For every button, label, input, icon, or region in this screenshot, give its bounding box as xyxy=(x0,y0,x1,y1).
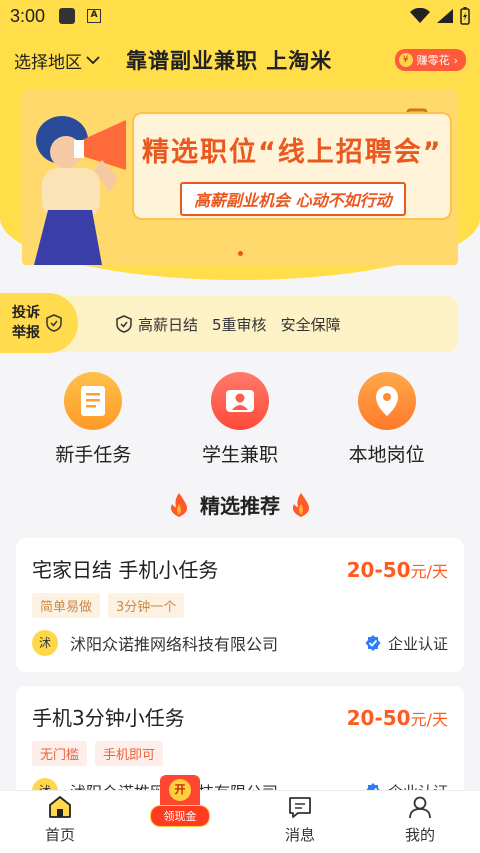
report-button[interactable]: 投诉 举报 xyxy=(0,293,78,353)
quick-link-label: 学生兼职 xyxy=(201,444,278,466)
tab-messages[interactable]: 消息 xyxy=(240,791,360,853)
student-icon xyxy=(210,372,269,430)
job-tag: 手机即可 xyxy=(95,741,164,766)
open-coin: 开 xyxy=(169,779,191,801)
job-title: 手机3分钟小任务 xyxy=(32,706,185,730)
tab-messages-label: 消息 xyxy=(284,826,315,844)
salary-unit: 元/天 xyxy=(410,562,448,581)
region-selector[interactable]: 选择地区 xyxy=(14,48,100,73)
job-card[interactable]: 宅家日结 手机小任务 20-50元/天 简单易做 3分钟一个 沭 沭阳众诺推网络… xyxy=(16,538,464,672)
promo-banner[interactable]: 精选职位“线上招聘会” 高薪副业机会 心动不如行动 xyxy=(22,90,458,265)
quick-link-local-jobs[interactable]: 本地岗位 xyxy=(327,372,447,467)
home-icon xyxy=(49,796,71,818)
salary-range: 20-50 xyxy=(346,558,411,582)
battery-icon xyxy=(460,7,470,25)
tab-home-label: 首页 xyxy=(44,826,75,844)
quick-links: 新手任务 学生兼职 本地岗位 xyxy=(0,372,480,467)
recommend-header: 精选推荐 xyxy=(0,490,480,519)
banner-subtitle: 高薪副业机会 心动不如行动 xyxy=(180,182,406,216)
earn-button-label: 赚零花 xyxy=(416,54,450,67)
banner-title: 精选职位“线上招聘会” xyxy=(142,137,443,168)
job-tag: 简单易做 xyxy=(32,593,101,618)
top-header: 选择地区 靠谱副业兼职 上淘米 ¥ 赚零花 › xyxy=(0,40,480,80)
a-icon: A xyxy=(87,9,102,23)
location-pin-icon xyxy=(357,372,416,430)
region-label: 选择地区 xyxy=(14,52,82,73)
signal-icon xyxy=(437,9,453,23)
app-title: 靠谱副业兼职 上淘米 xyxy=(126,49,333,73)
quick-link-label: 新手任务 xyxy=(55,444,132,466)
status-time: 3:00 xyxy=(10,5,46,26)
bottom-tab-bar: 首页 开 领现金 消息 我的 xyxy=(0,775,480,853)
report-label-line1: 投诉 xyxy=(12,305,40,321)
cash-badge-label: 领现金 xyxy=(150,805,210,827)
job-title: 宅家日结 手机小任务 xyxy=(32,558,219,582)
company-avatar: 沭 xyxy=(32,630,58,656)
status-icons xyxy=(410,7,470,25)
quick-link-newbie-tasks[interactable]: 新手任务 xyxy=(33,372,153,467)
chevron-down-icon xyxy=(86,56,100,65)
shield-check-icon xyxy=(46,314,62,332)
salary-range: 20-50 xyxy=(346,706,411,730)
tab-cash[interactable]: 开 领现金 xyxy=(120,775,240,853)
red-envelope-badge: 开 领现金 xyxy=(150,775,210,837)
trust-item-safety: 安全保障 xyxy=(280,315,341,334)
tab-home[interactable]: 首页 xyxy=(0,791,120,853)
flame-icon xyxy=(170,492,188,517)
shield-check-icon xyxy=(116,315,132,333)
recommend-title: 精选推荐 xyxy=(200,494,280,518)
verified-badge: 企业认证 xyxy=(364,633,448,654)
report-label-line2: 举报 xyxy=(12,325,40,341)
trust-item-review: 5重审核 xyxy=(212,315,267,334)
tab-mine-label: 我的 xyxy=(404,826,435,844)
tab-mine[interactable]: 我的 xyxy=(360,791,480,853)
quick-link-label: 本地岗位 xyxy=(348,444,425,466)
status-bar: 3:00 A xyxy=(0,0,480,32)
salary-unit: 元/天 xyxy=(410,710,448,729)
trust-items: 高薪日结 5重审核 安全保障 xyxy=(116,314,341,335)
earn-pocket-money-button[interactable]: ¥ 赚零花 › xyxy=(394,49,466,71)
task-list-icon xyxy=(64,372,123,430)
verified-icon xyxy=(365,635,381,651)
carousel-indicator xyxy=(238,251,243,256)
chevron-right-icon: › xyxy=(453,53,458,67)
job-salary: 20-50元/天 xyxy=(347,558,448,582)
flame-icon xyxy=(292,492,310,517)
trust-item-high-pay: 高薪日结 xyxy=(138,315,199,334)
verified-label: 企业认证 xyxy=(387,634,448,653)
job-tag: 无门槛 xyxy=(32,741,88,766)
wifi-icon xyxy=(410,8,430,23)
quick-link-student-jobs[interactable]: 学生兼职 xyxy=(180,372,300,467)
company-name: 沭阳众诺推网络科技有限公司 xyxy=(70,635,279,654)
job-tag: 3分钟一个 xyxy=(108,593,185,618)
message-icon xyxy=(289,797,311,818)
coin-icon: ¥ xyxy=(398,53,413,67)
job-salary: 20-50元/天 xyxy=(347,706,448,730)
notification-icon xyxy=(59,8,76,24)
trust-bar: 投诉 举报 高薪日结 5重审核 安全保障 xyxy=(0,293,458,353)
user-icon xyxy=(409,796,431,819)
